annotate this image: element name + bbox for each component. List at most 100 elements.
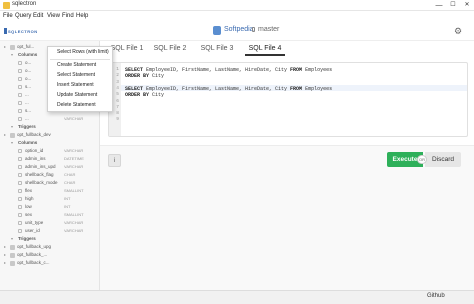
tree-item-label: user_id — [25, 228, 40, 233]
tab-sql-file-1[interactable]: SQL File 1 — [108, 42, 146, 56]
database-branch: master — [258, 26, 280, 33]
menu-find[interactable]: Find — [62, 13, 74, 19]
column-item[interactable]: sex SMALLINT — [0, 211, 99, 219]
ctx-create-statement[interactable]: Create Statement — [48, 61, 112, 70]
code-line[interactable]: SELECT EmployeeID, FirstName, LastName, … — [125, 86, 332, 92]
column-type: CHAR — [64, 180, 76, 185]
column-item[interactable]: flex SMALLINT — [0, 187, 99, 195]
chevron-icon[interactable]: ▸ — [4, 43, 6, 51]
menu-query[interactable]: Query — [15, 13, 31, 19]
table-item[interactable]: ▸ opt_fullback_upg — [0, 243, 99, 251]
column-type: SMALLINT — [64, 212, 84, 217]
ctx-select-rows[interactable]: Select Rows (with limit) — [48, 48, 112, 57]
column-item[interactable]: high INT — [0, 195, 99, 203]
tree-group[interactable]: ▾ Columns — [0, 139, 99, 147]
title-bar — [0, 0, 474, 11]
sql-text: Employees — [305, 67, 333, 73]
app-logo: SQLECTRON — [8, 29, 38, 34]
table-icon — [10, 132, 15, 138]
column-item[interactable]: unit_type VARCHAR — [0, 219, 99, 227]
tree-item-label: Triggers — [18, 236, 36, 241]
sql-keyword: ORDER BY — [125, 92, 153, 99]
column-item[interactable]: shellback_flag CHAR — [0, 171, 99, 179]
tree-item-label: sex — [25, 212, 33, 217]
chevron-icon[interactable]: ▸ — [4, 243, 6, 251]
column-icon — [18, 85, 22, 89]
database-name[interactable]: Softpedia — [224, 26, 254, 33]
discard-button[interactable]: Discard — [425, 152, 461, 167]
column-type: VARCHAR — [64, 148, 84, 153]
menu-file[interactable]: File — [3, 13, 13, 19]
ctx-update-statement[interactable]: Update Statement — [48, 91, 112, 100]
column-item[interactable]: admin_ins_upd VARCHAR — [0, 163, 99, 171]
or-separator: OR — [417, 155, 427, 164]
column-type: DATETIME — [64, 156, 84, 161]
window-title: sqlectron — [12, 1, 37, 7]
menu-help[interactable]: Help — [76, 13, 88, 19]
tree-group[interactable]: ▾ Triggers — [0, 123, 99, 131]
maximize-button[interactable]: ☐ — [446, 0, 460, 11]
sql-keyword: FROM — [290, 85, 306, 92]
chevron-icon[interactable]: ▸ — [4, 259, 6, 267]
menu-view[interactable]: View — [47, 13, 60, 19]
menu-edit[interactable]: Edit — [33, 13, 43, 19]
column-type: CHAR — [64, 172, 76, 177]
chevron-icon[interactable]: ▾ — [11, 139, 13, 147]
tree-item-label: s... — [25, 84, 32, 89]
tree-item-label: shellback_mode — [25, 180, 58, 185]
minimize-button[interactable]: — — [432, 0, 446, 11]
tab-sql-file-2[interactable]: SQL File 2 — [151, 42, 189, 56]
tree-item-label: admin_ins_upd — [25, 164, 56, 169]
tree-item-label: ... — [25, 100, 29, 105]
tab-sql-file-3[interactable]: SQL File 3 — [198, 42, 236, 56]
table-item[interactable]: ▸ opt_fullback_... — [0, 251, 99, 259]
settings-icon[interactable]: ⚙ — [453, 26, 463, 36]
column-type: VARCHAR — [64, 164, 84, 169]
table-item[interactable]: ▸ opt_fullback_dev — [0, 131, 99, 139]
ctx-insert-statement[interactable]: Insert Statement — [48, 81, 112, 90]
tree-group[interactable]: ▾ Triggers — [0, 235, 99, 243]
tree-item-label: opt_fullback_... — [17, 252, 48, 257]
code-line[interactable]: ORDER BY City — [125, 73, 164, 79]
chevron-icon[interactable]: ▾ — [11, 235, 13, 243]
sql-text: City — [152, 92, 165, 99]
code-line[interactable]: ORDER BY City — [125, 92, 164, 98]
chevron-icon[interactable]: ▾ — [11, 123, 13, 131]
column-icon — [18, 181, 22, 185]
tree-item-label: admin_ins — [25, 156, 46, 161]
column-item[interactable]: low INT — [0, 203, 99, 211]
tab-sql-file-4[interactable]: SQL File 4 — [245, 42, 285, 56]
code-line[interactable]: SELECT EmployeeID, FirstName, LastName, … — [125, 67, 332, 73]
column-item[interactable]: admin_ins DATETIME — [0, 155, 99, 163]
column-icon — [18, 213, 22, 217]
chevron-icon[interactable]: ▾ — [11, 51, 13, 59]
tree-item-label: unit_type — [25, 220, 44, 225]
github-link[interactable]: Github — [427, 293, 445, 299]
logo-icon — [4, 28, 7, 34]
column-icon — [18, 149, 22, 153]
column-item[interactable]: user_id VARCHAR — [0, 227, 99, 235]
ctx-delete-statement[interactable]: Delete Statement — [48, 101, 112, 110]
column-item[interactable]: shellback_mode CHAR — [0, 179, 99, 187]
column-item[interactable]: option_id VARCHAR — [0, 147, 99, 155]
column-icon — [18, 197, 22, 201]
table-item[interactable]: ▸ opt_fullback_c... — [0, 259, 99, 267]
column-type: VARCHAR — [64, 228, 84, 233]
chevron-icon[interactable]: ▸ — [4, 251, 6, 259]
column-type: VARCHAR — [64, 220, 84, 225]
chevron-icon[interactable]: ▸ — [4, 131, 6, 139]
line-number: 9 — [116, 117, 119, 123]
column-icon — [18, 101, 22, 105]
ctx-select-statement[interactable]: Select Statement — [48, 71, 112, 80]
sql-keyword: ORDER BY — [125, 73, 153, 80]
close-button[interactable]: ✕ — [460, 0, 474, 11]
sql-text: EmployeeID, FirstName, LastName, HireDat… — [146, 67, 291, 73]
branch-icon — [252, 27, 255, 32]
tree-item-label: o... — [25, 76, 32, 81]
tree-item-label: opt_fullback_upg — [17, 244, 52, 249]
info-button[interactable]: i — [108, 154, 121, 167]
tree-item-label: shellback_flag — [25, 172, 54, 177]
sql-keyword: FROM — [290, 67, 306, 73]
column-item[interactable]: ... VARCHAR — [0, 115, 99, 123]
column-icon — [18, 157, 22, 161]
